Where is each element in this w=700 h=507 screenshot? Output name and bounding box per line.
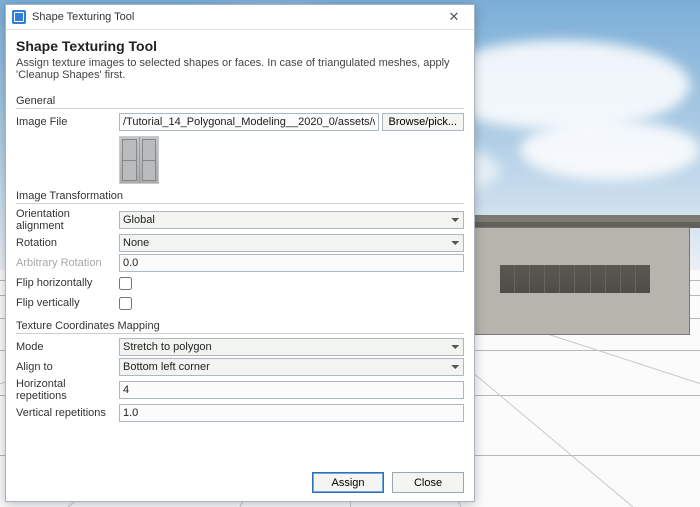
vertical-repetitions-input[interactable] <box>119 404 464 422</box>
arbitrary-rotation-input <box>119 254 464 272</box>
horizontal-repetitions-label: Horizontal repetitions <box>16 378 119 402</box>
window-close-button[interactable]: ✕ <box>440 8 468 26</box>
flip-vertical-label: Flip vertically <box>16 297 119 309</box>
titlebar[interactable]: Shape Texturing Tool ✕ <box>6 5 474 30</box>
texture-preview <box>119 136 159 184</box>
image-file-input[interactable] <box>119 113 379 131</box>
mode-select[interactable]: Stretch to polygon <box>119 338 464 356</box>
section-texture-coordinates: Texture Coordinates Mapping <box>16 320 464 334</box>
orientation-select[interactable]: Global <box>119 211 464 229</box>
align-to-select[interactable]: Bottom left corner <box>119 358 464 376</box>
shape-texturing-dialog: Shape Texturing Tool ✕ Shape Texturing T… <box>5 4 475 502</box>
section-general: General <box>16 95 464 109</box>
dialog-title: Shape Texturing Tool <box>16 38 464 54</box>
mode-label: Mode <box>16 341 119 353</box>
flip-vertical-checkbox[interactable] <box>119 297 132 310</box>
horizontal-repetitions-input[interactable] <box>119 381 464 399</box>
section-image-transformation: Image Transformation <box>16 190 464 204</box>
flip-horizontal-label: Flip horizontally <box>16 277 119 289</box>
browse-button[interactable]: Browse/pick... <box>382 113 464 131</box>
vertical-repetitions-label: Vertical repetitions <box>16 407 119 419</box>
align-to-label: Align to <box>16 361 119 373</box>
assign-button[interactable]: Assign <box>312 472 384 493</box>
rotation-select[interactable]: None <box>119 234 464 252</box>
window-title: Shape Texturing Tool <box>32 11 440 23</box>
dialog-button-row: Assign Close <box>6 466 474 501</box>
app-icon <box>12 10 26 24</box>
house-model <box>470 215 690 345</box>
orientation-label: Orientation alignment <box>16 208 119 232</box>
arbitrary-rotation-label: Arbitrary Rotation <box>16 257 119 269</box>
close-button[interactable]: Close <box>392 472 464 493</box>
rotation-label: Rotation <box>16 237 119 249</box>
dialog-description: Assign texture images to selected shapes… <box>16 57 464 81</box>
image-file-label: Image File <box>16 116 119 128</box>
flip-horizontal-checkbox[interactable] <box>119 277 132 290</box>
